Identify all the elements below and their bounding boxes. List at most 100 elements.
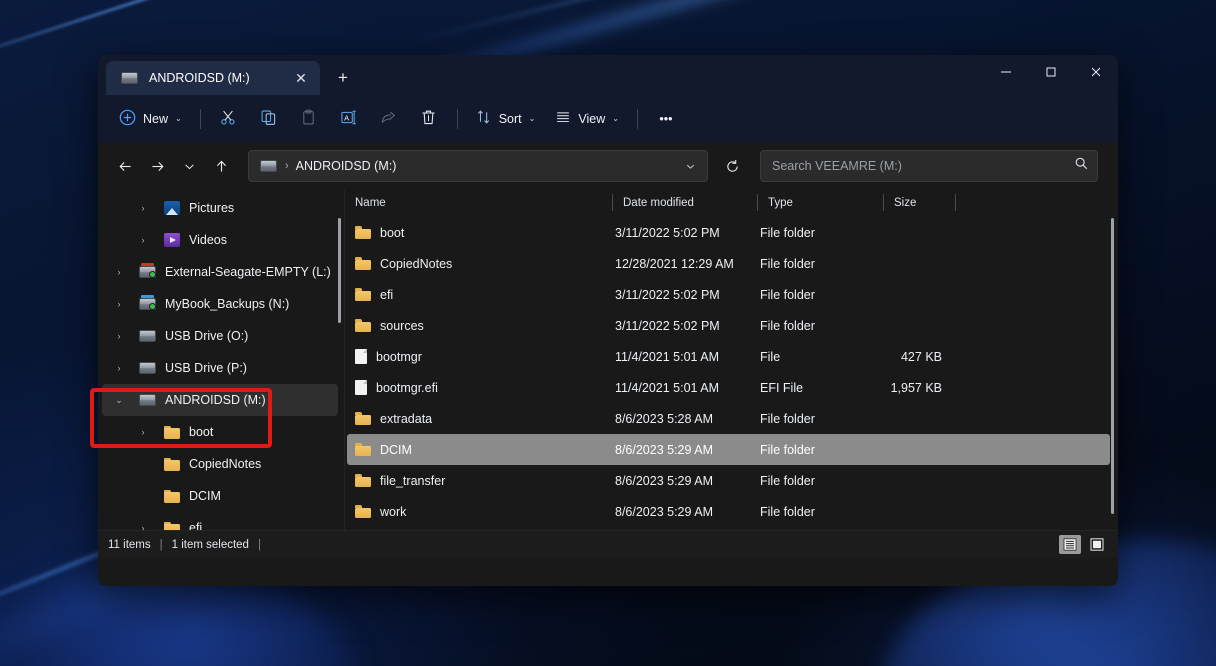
chevron-right-icon[interactable]: › (108, 331, 130, 341)
forward-button[interactable] (142, 151, 172, 181)
table-row[interactable]: DCIM 8/6/2023 5:29 AM File folder (347, 434, 1110, 465)
file-list-scrollbar-thumb[interactable] (1111, 218, 1114, 514)
tab-androidsd[interactable]: ANDROIDSD (M:) ✕ (106, 61, 320, 95)
drive-red-icon (138, 263, 157, 280)
file-list-pane: Name ⌃ Date modified Type Size boot 3/11/… (345, 190, 1118, 530)
more-options-button[interactable]: ••• (647, 103, 685, 135)
table-row[interactable]: CopiedNotes 12/28/2021 12:29 AM File folde… (347, 248, 1110, 279)
file-name-cell: boot (347, 226, 605, 240)
view-button-label: View (578, 111, 606, 126)
table-row[interactable]: boot 3/11/2022 5:02 PM File folder (347, 217, 1110, 248)
table-row[interactable]: bootmgr 11/4/2021 5:01 AM File 427 KB (347, 341, 1110, 372)
file-name-label: work (380, 504, 407, 519)
sidebar-item-label: efi (189, 521, 203, 530)
column-header-name-label: Name (355, 197, 386, 209)
scissors-icon (220, 109, 237, 129)
sidebar-item-label: USB Drive (O:) (165, 329, 249, 343)
sort-button[interactable]: Sort ⌄ (467, 103, 545, 135)
new-tab-button[interactable]: + (326, 61, 360, 93)
table-row[interactable]: sources 3/11/2022 5:02 PM File folder (347, 310, 1110, 341)
sidebar-item-label: Pictures (189, 201, 235, 215)
sidebar-item-dcim[interactable]: DCIM (102, 480, 338, 512)
tab-title: ANDROIDSD (M:) (149, 71, 250, 85)
address-bar[interactable]: › ANDROIDSD (M:) (248, 150, 708, 182)
folder-icon (355, 412, 371, 425)
file-name-cell: file_transfer (347, 474, 605, 488)
folder-icon (355, 505, 371, 518)
column-header-date-modified[interactable]: Date modified (613, 190, 758, 216)
breadcrumb-current[interactable]: ANDROIDSD (M:) (296, 159, 397, 173)
paste-button[interactable] (290, 103, 328, 135)
sidebar-item-label: DCIM (189, 489, 221, 503)
chevron-right-icon[interactable]: › (132, 523, 154, 530)
column-header-size[interactable]: Size (884, 190, 956, 216)
refresh-button[interactable] (716, 151, 748, 181)
clipboard-icon (300, 109, 317, 129)
sidebar-item-label: boot (189, 425, 214, 439)
sidebar-item-copiednotes[interactable]: CopiedNotes (102, 448, 338, 480)
copy-button[interactable] (250, 103, 288, 135)
delete-button[interactable] (410, 103, 448, 135)
file-name-label: efi (380, 287, 394, 302)
minimize-button[interactable] (983, 55, 1028, 89)
table-row[interactable]: file_transfer 8/6/2023 5:29 AM File folder (347, 465, 1110, 496)
chevron-down-icon[interactable]: ⌄ (108, 395, 130, 406)
up-button[interactable] (206, 151, 236, 181)
table-row[interactable]: bootmgr.efi 11/4/2021 5:01 AM EFI File 1,95… (347, 372, 1110, 403)
file-date-cell: 3/11/2022 5:02 PM (615, 287, 720, 302)
back-button[interactable] (110, 151, 140, 181)
chevron-right-icon[interactable]: › (108, 299, 130, 309)
column-header-type[interactable]: Type (758, 190, 884, 216)
tab-strip: ANDROIDSD (M:) ✕ + (98, 55, 983, 95)
toolbar-divider-2 (456, 108, 458, 129)
table-row[interactable]: media8/6/2023 5:29 AMFile folder (347, 527, 1110, 530)
file-name-label: sources (380, 318, 424, 333)
chevron-down-icon: ⌄ (175, 114, 182, 123)
sidebar-item-label: CopiedNotes (189, 457, 262, 471)
drive-icon (138, 328, 157, 344)
sidebar-item-pictures[interactable]: › Pictures (102, 192, 338, 224)
sidebar-item-usb-drive-p[interactable]: › USB Drive (P:) (102, 352, 338, 384)
table-row[interactable]: work 8/6/2023 5:29 AM File folder (347, 496, 1110, 527)
share-button[interactable] (370, 103, 408, 135)
details-view-icon[interactable] (1059, 535, 1081, 554)
file-type-cell: File folder (760, 504, 815, 519)
file-name-label: DCIM (380, 442, 412, 457)
chevron-right-icon[interactable]: › (132, 427, 154, 437)
folder-icon (355, 226, 371, 239)
chevron-right-icon[interactable]: › (108, 267, 130, 277)
folder-icon (355, 443, 371, 456)
table-row[interactable]: extradata 8/6/2023 5:28 AM File folder (347, 403, 1110, 434)
sidebar-item-videos[interactable]: › Videos (102, 224, 338, 256)
navigation-scrollbar-thumb[interactable] (338, 218, 341, 323)
sidebar-item-boot[interactable]: › boot (102, 416, 338, 448)
file-size-cell: 427 KB (900, 349, 942, 364)
search-input[interactable] (772, 159, 1074, 173)
file-type-cell: File folder (760, 442, 815, 457)
maximize-button[interactable] (1028, 55, 1073, 89)
large-icons-view-icon[interactable] (1086, 535, 1108, 554)
selection-count-label: 1 item selected (171, 538, 249, 551)
search-box[interactable] (760, 150, 1098, 182)
chevron-right-icon[interactable]: › (132, 203, 154, 213)
new-button[interactable]: New ⌄ (110, 103, 191, 135)
chevron-right-icon[interactable]: › (132, 235, 154, 245)
view-button[interactable]: View ⌄ (546, 103, 628, 135)
cut-button[interactable] (210, 103, 248, 135)
column-header-name[interactable]: Name ⌃ (355, 190, 613, 216)
search-icon[interactable] (1074, 156, 1089, 176)
recent-locations-button[interactable] (174, 151, 204, 181)
close-window-button[interactable] (1073, 55, 1118, 89)
sidebar-item-usb-drive-o[interactable]: › USB Drive (O:) (102, 320, 338, 352)
file-name-cell: sources (347, 319, 605, 333)
rename-button[interactable]: A (330, 103, 368, 135)
chevron-down-icon[interactable] (677, 153, 703, 179)
chevron-right-icon[interactable]: › (108, 363, 130, 373)
table-row[interactable]: efi 3/11/2022 5:02 PM File folder (347, 279, 1110, 310)
close-tab-icon[interactable]: ✕ (288, 66, 314, 90)
file-type-cell: File folder (760, 225, 815, 240)
sidebar-item-efi[interactable]: › efi (102, 512, 338, 530)
sidebar-item-external-seagate-empty-l[interactable]: › External-Seagate-EMPTY (L:) (102, 256, 338, 288)
sidebar-item-androidsd-m[interactable]: ⌄ ANDROIDSD (M:) (102, 384, 338, 416)
sidebar-item-mybook-backups-n[interactable]: › MyBook_Backups (N:) (102, 288, 338, 320)
